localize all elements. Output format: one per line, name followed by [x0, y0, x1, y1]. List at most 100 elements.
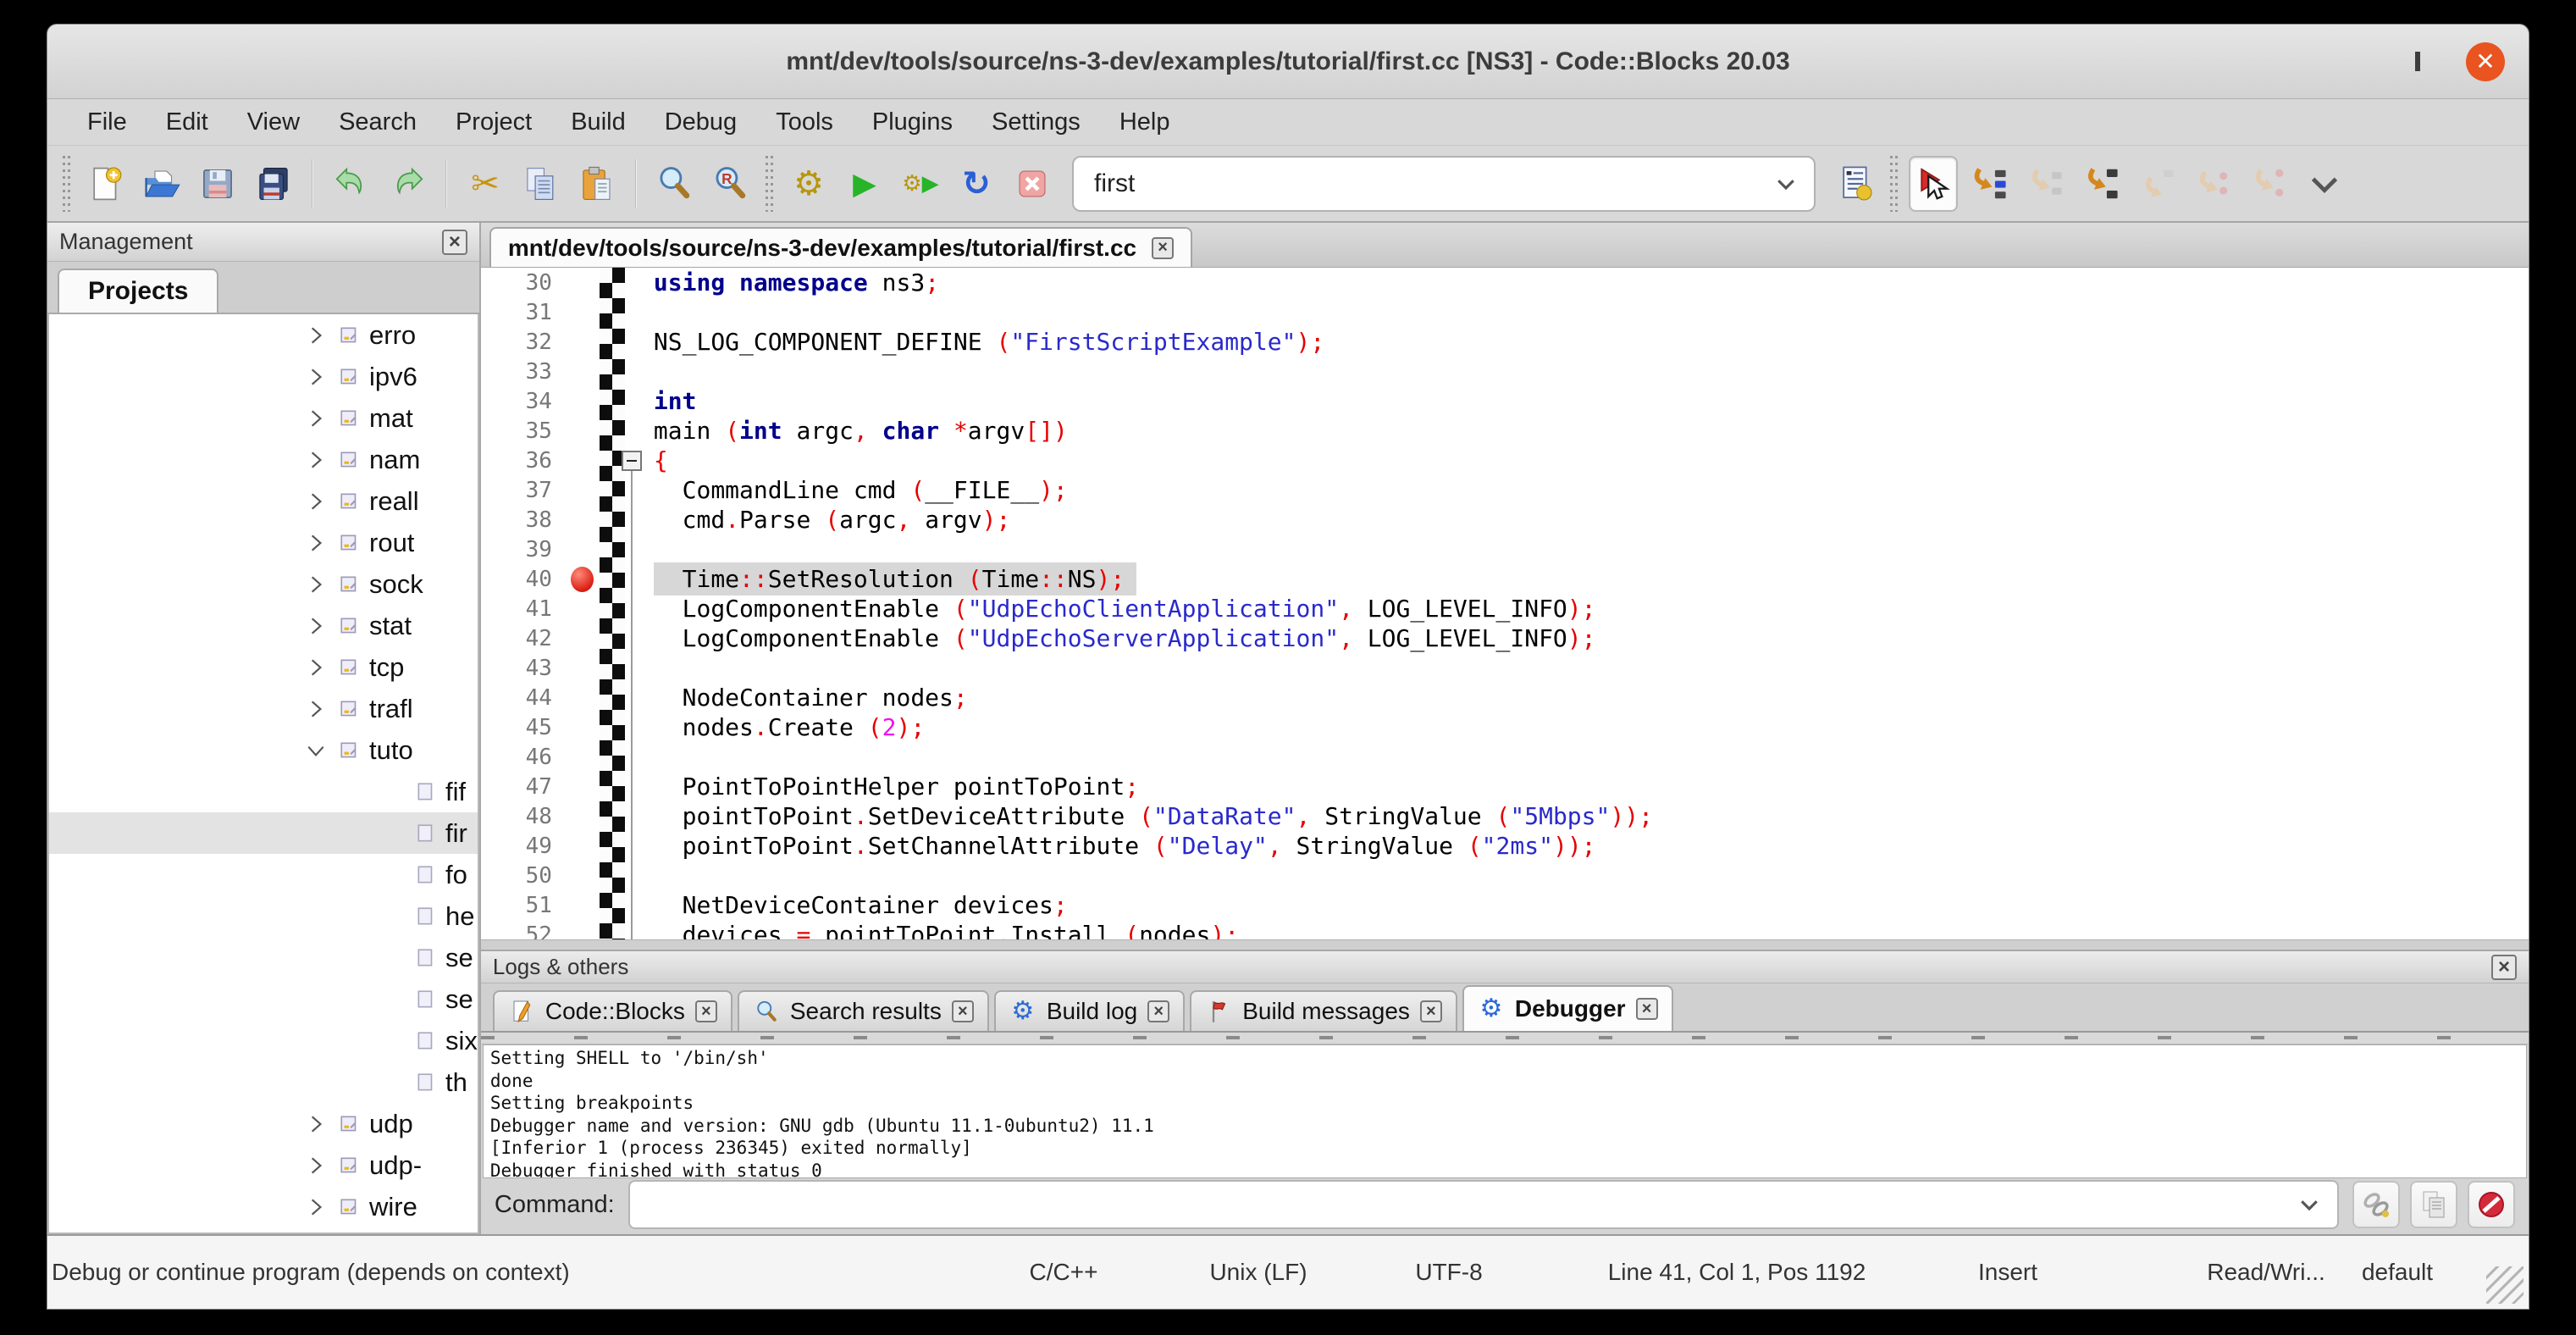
code-text[interactable]: CommandLine cmd (__FILE__); — [645, 476, 1068, 504]
logs-close-button[interactable]: × — [2491, 955, 2517, 980]
line-number[interactable]: 42 — [481, 626, 566, 651]
tree-item-udp[interactable]: udp — [49, 1103, 478, 1144]
menu-debug[interactable]: Debug — [645, 99, 756, 145]
chevron-right-icon[interactable] — [305, 447, 339, 473]
code-line-39[interactable]: 39 — [481, 535, 2529, 564]
maximize-button[interactable] — [2398, 42, 2437, 81]
tree-item-fir[interactable]: fir — [49, 812, 478, 854]
minimize-button[interactable] — [2330, 42, 2369, 81]
code-line-40[interactable]: 40 Time::SetResolution (Time::NS); — [481, 564, 2529, 594]
code-line-45[interactable]: 45 nodes.Create (2); — [481, 712, 2529, 742]
code-line-42[interactable]: 42 LogComponentEnable ("UdpEchoServerApp… — [481, 623, 2529, 653]
menu-edit[interactable]: Edit — [146, 99, 228, 145]
line-number[interactable]: 50 — [481, 863, 566, 889]
debug-continue-button[interactable] — [1909, 156, 1958, 212]
rebuild-button[interactable]: ↻ — [952, 156, 1001, 212]
logs-tab-close-button[interactable]: × — [695, 1000, 717, 1022]
menu-plugins[interactable]: Plugins — [853, 99, 972, 145]
tab-debugger[interactable]: ⚙Debugger× — [1462, 985, 1673, 1031]
save-all-button[interactable] — [249, 156, 298, 212]
line-number[interactable]: 30 — [481, 270, 566, 296]
build-button[interactable]: ⚙ — [784, 156, 833, 212]
run-button[interactable]: ▶ — [840, 156, 889, 212]
command-combo[interactable] — [628, 1180, 2339, 1229]
close-button[interactable]: ✕ — [2466, 42, 2505, 81]
code-line-46[interactable]: 46 — [481, 742, 2529, 772]
new-file-button[interactable] — [81, 156, 130, 212]
code-line-50[interactable]: 50 — [481, 861, 2529, 890]
line-number[interactable]: 40 — [481, 567, 566, 592]
code-text[interactable]: pointToPoint.SetChannelAttribute ("Delay… — [645, 832, 1596, 860]
chevron-down-icon[interactable] — [1773, 171, 1799, 197]
copy-output-button[interactable] — [2410, 1181, 2457, 1228]
code-text[interactable]: NS_LOG_COMPONENT_DEFINE ("FirstScriptExa… — [645, 328, 1324, 356]
tab-code-blocks[interactable]: Code::Blocks× — [493, 990, 732, 1031]
chevron-right-icon[interactable] — [305, 364, 339, 390]
code-line-38[interactable]: 38 cmd.Parse (argc, argv); — [481, 505, 2529, 535]
code-line-30[interactable]: 30using namespace ns3; — [481, 268, 2529, 297]
tree-item-sock[interactable]: sock — [49, 563, 478, 605]
save-button[interactable] — [193, 156, 242, 212]
toolbar-grip[interactable] — [1888, 156, 1900, 212]
line-number[interactable]: 41 — [481, 596, 566, 622]
tree-item-ipv6[interactable]: ipv6 — [49, 356, 478, 397]
chevron-right-icon[interactable] — [305, 406, 339, 431]
line-number[interactable]: 31 — [481, 300, 566, 325]
tree-item-fif[interactable]: fif — [49, 771, 478, 812]
code-line-49[interactable]: 49 pointToPoint.SetChannelAttribute ("De… — [481, 831, 2529, 861]
tree-item-udp-[interactable]: udp- — [49, 1144, 478, 1186]
code-line-34[interactable]: 34int — [481, 386, 2529, 416]
code-text[interactable]: LogComponentEnable ("UdpEchoServerApplic… — [645, 624, 1596, 652]
tree-item-six[interactable]: six — [49, 1020, 478, 1061]
copy-button[interactable] — [517, 156, 566, 212]
menu-view[interactable]: View — [228, 99, 319, 145]
code-text[interactable]: main (int argc, char *argv[]) — [645, 417, 1068, 445]
next-instruction-button[interactable] — [2188, 156, 2237, 212]
redo-button[interactable] — [383, 156, 432, 212]
fold-collapse-icon[interactable] — [622, 451, 642, 471]
attach-file-button[interactable] — [2352, 1181, 2400, 1228]
step-into-button[interactable] — [2076, 156, 2125, 212]
line-number[interactable]: 33 — [481, 359, 566, 385]
toolbar-grip[interactable] — [61, 156, 73, 212]
code-line-35[interactable]: 35 main (int argc, char *argv[]) — [481, 416, 2529, 446]
replace-button[interactable]: R — [706, 156, 755, 212]
line-number[interactable]: 45 — [481, 715, 566, 740]
line-number[interactable]: 47 — [481, 774, 566, 800]
tree-item-th[interactable]: th — [49, 1061, 478, 1103]
chevron-right-icon[interactable] — [305, 572, 339, 597]
tree-item-he[interactable]: he — [49, 895, 478, 937]
tree-item-tuto[interactable]: tuto — [49, 729, 478, 771]
code-text[interactable]: PointToPointHelper pointToPoint; — [645, 773, 1139, 800]
code-line-32[interactable]: 32NS_LOG_COMPONENT_DEFINE ("FirstScriptE… — [481, 327, 2529, 357]
chevron-right-icon[interactable] — [305, 613, 339, 639]
tree-item-tcp[interactable]: tcp — [49, 646, 478, 688]
tree-item-scratch[interactable]: scratch — [49, 1227, 478, 1234]
debug-toolbar-overflow-button[interactable] — [2300, 156, 2349, 212]
tree-item-erro[interactable]: erro — [49, 314, 478, 356]
line-number[interactable]: 37 — [481, 478, 566, 503]
code-text[interactable]: NetDeviceContainer devices; — [645, 891, 1068, 919]
editor-tab-close-button[interactable]: × — [1152, 237, 1174, 259]
build-target-combo[interactable] — [1072, 156, 1816, 212]
management-close-button[interactable]: × — [442, 230, 467, 255]
code-text[interactable]: cmd.Parse (argc, argv); — [645, 506, 1010, 534]
code-line-33[interactable]: 33 — [481, 357, 2529, 386]
abort-build-button[interactable] — [1008, 156, 1057, 212]
cut-button[interactable]: ✂ — [461, 156, 510, 212]
chevron-right-icon[interactable] — [305, 323, 339, 348]
chevron-right-icon[interactable] — [305, 696, 339, 722]
tab-build-messages[interactable]: Build messages× — [1190, 990, 1457, 1031]
line-number[interactable]: 35 — [481, 418, 566, 444]
menu-project[interactable]: Project — [436, 99, 551, 145]
code-line-44[interactable]: 44 NodeContainer nodes; — [481, 683, 2529, 712]
line-number[interactable]: 43 — [481, 656, 566, 681]
tree-item-fo[interactable]: fo — [49, 854, 478, 895]
tree-item-wire[interactable]: wire — [49, 1186, 478, 1227]
code-editor[interactable]: 30using namespace ns3; 3132NS_LOG_COMPONE… — [481, 268, 2529, 950]
find-button[interactable] — [650, 156, 699, 212]
menu-settings[interactable]: Settings — [972, 99, 1100, 145]
line-number[interactable]: 46 — [481, 745, 566, 770]
line-number[interactable]: 38 — [481, 507, 566, 533]
logs-tab-close-button[interactable]: × — [1147, 1000, 1169, 1022]
